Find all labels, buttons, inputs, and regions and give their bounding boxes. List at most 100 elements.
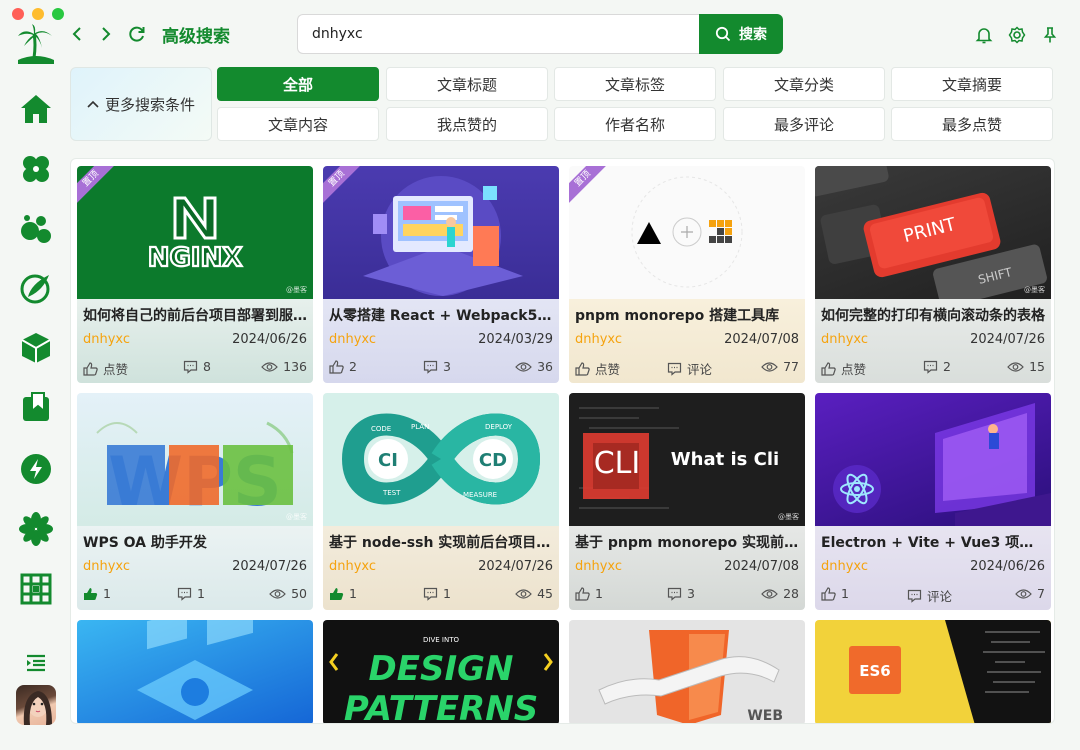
more-search-conditions-label: 更多搜索条件 [104, 95, 195, 114]
comment-stat[interactable]: 1 [423, 586, 451, 601]
like-stat[interactable]: 1 [821, 586, 849, 601]
cube-icon[interactable] [18, 330, 54, 366]
like-stat[interactable]: 点赞 [83, 359, 128, 378]
comment-stat[interactable]: 评论 [907, 586, 952, 605]
article-card[interactable]: CLI What is Cli @墨客 基于 pnpm monorepo 实现前… [569, 393, 805, 610]
pen-icon[interactable] [18, 270, 54, 306]
article-thumbnail [77, 620, 313, 723]
filter-article-tag[interactable]: 文章标签 [554, 67, 716, 101]
article-title: 如何将自己的前后台项目部署到服务器 [83, 308, 307, 324]
svg-text:PLAN: PLAN [411, 423, 429, 431]
filter-most-likes[interactable]: 最多点赞 [891, 107, 1053, 141]
filter-article-abstract[interactable]: 文章摘要 [891, 67, 1053, 101]
comment-stat[interactable]: 8 [183, 359, 211, 374]
article-author[interactable]: dnhyxc [83, 559, 130, 574]
svg-text:CODE: CODE [371, 425, 391, 433]
article-card[interactable]: 置顶 从零搭建 React + Webpack5 + TS 项目 dnhyxc … [323, 166, 559, 383]
like-stat[interactable]: 1 [329, 586, 357, 601]
like-count: 1 [841, 586, 849, 601]
lightning-icon[interactable] [18, 451, 54, 487]
view-stat: 28 [761, 586, 799, 601]
article-card[interactable]: WEB [569, 620, 805, 724]
article-author[interactable]: dnhyxc [575, 559, 622, 574]
article-card[interactable] [77, 620, 313, 723]
article-card[interactable]: NGINX 置顶 @墨客 如何将自己的前后台项目部署到服务器 dnhyxc 20… [77, 166, 313, 383]
article-thumbnail: CLI What is Cli @墨客 [569, 393, 805, 526]
flower-icon[interactable] [18, 511, 54, 547]
view-stat: 36 [515, 359, 553, 374]
article-card[interactable]: PRINT SHIFT @墨客 如何完整的打印有横向滚动条的表格 dnhyxc … [815, 166, 1051, 383]
comment-stat[interactable]: 评论 [667, 359, 712, 378]
article-thumbnail: WEB [569, 620, 805, 724]
forward-icon[interactable] [99, 22, 113, 46]
view-count: 45 [537, 586, 553, 601]
article-author[interactable]: dnhyxc [83, 332, 130, 347]
collapse-menu-icon[interactable] [18, 645, 54, 681]
view-count: 28 [783, 586, 799, 601]
comment-icon [667, 362, 682, 376]
filter-article-title[interactable]: 文章标题 [386, 67, 548, 101]
filter-label: 最多评论 [773, 115, 834, 134]
article-title: 如何完整的打印有横向滚动条的表格 [821, 308, 1045, 324]
comment-stat[interactable]: 2 [923, 359, 951, 374]
app-logo-icon [14, 22, 58, 66]
article-author[interactable]: dnhyxc [329, 332, 376, 347]
article-card[interactable]: ES6 [815, 620, 1051, 723]
user-avatar[interactable] [16, 685, 56, 725]
bubbles-icon[interactable] [18, 211, 54, 247]
clover-icon[interactable] [18, 151, 54, 187]
thumbs-up-filled-icon [330, 587, 344, 600]
filter-article-content[interactable]: 文章内容 [217, 107, 379, 141]
bookmark-icon[interactable] [18, 390, 54, 426]
like-stat[interactable]: 2 [329, 359, 357, 374]
article-card[interactable]: DIVE INTO DESIGN PATTERNS [323, 620, 559, 723]
bell-icon[interactable] [973, 24, 995, 46]
like-stat[interactable]: 1 [83, 586, 111, 601]
filter-author-name[interactable]: 作者名称 [554, 107, 716, 141]
article-card[interactable]: 置顶 pnpm monorepo 搭建工具库 dnhyxc 2024/07/08… [569, 166, 805, 383]
search-input[interactable]: dnhyxc [297, 14, 699, 54]
article-card[interactable]: WPS @墨客 WPS OA 助手开发 dnhyxc 2024/07/26 1 … [77, 393, 313, 610]
article-author[interactable]: dnhyxc [329, 559, 376, 574]
article-date: 2024/06/26 [970, 559, 1045, 574]
comment-stat[interactable]: 3 [667, 586, 695, 601]
comment-stat[interactable]: 1 [177, 586, 205, 601]
view-stat: 45 [515, 586, 553, 601]
comment-count: 1 [443, 586, 451, 601]
filter-label: 文章分类 [773, 75, 834, 94]
article-author[interactable]: dnhyxc [575, 332, 622, 347]
article-grid: NGINX 置顶 @墨客 如何将自己的前后台项目部署到服务器 dnhyxc 20… [70, 158, 1055, 724]
like-stat[interactable]: 点赞 [575, 359, 620, 378]
article-card[interactable]: Electron + Vite + Vue3 项目搭建 dnhyxc 2024/… [815, 393, 1051, 610]
view-count: 77 [783, 359, 799, 374]
article-info: 基于 pnpm monorepo 实现前端脚手架 dnhyxc 2024/07/… [569, 526, 805, 610]
thumb-text: WEB [747, 708, 783, 724]
gear-icon[interactable] [1006, 24, 1028, 46]
article-author[interactable]: dnhyxc [821, 332, 868, 347]
comment-icon [423, 587, 438, 601]
filter-label: 文章标题 [436, 75, 497, 94]
filter-all[interactable]: 全部 [217, 67, 379, 101]
comment-icon [907, 589, 922, 603]
like-stat[interactable]: 1 [575, 586, 603, 601]
article-card[interactable]: CI CD CODE PLAN DEPLOY TEST MEASURE 基于 n… [323, 393, 559, 610]
more-search-conditions-button[interactable]: 更多搜索条件 [70, 67, 212, 141]
article-author[interactable]: dnhyxc [821, 559, 868, 574]
article-thumbnail: PRINT SHIFT @墨客 [815, 166, 1051, 299]
article-date: 2024/07/26 [478, 559, 553, 574]
article-info: 从零搭建 React + Webpack5 + TS 项目 dnhyxc 202… [323, 299, 559, 383]
article-date: 2024/03/29 [478, 332, 553, 347]
pin-icon[interactable] [1039, 24, 1061, 46]
filter-my-likes[interactable]: 我点赞的 [386, 107, 548, 141]
home-icon[interactable] [18, 91, 54, 127]
search-button[interactable]: 搜索 [699, 14, 783, 54]
refresh-icon[interactable] [128, 22, 146, 46]
grid-icon[interactable] [18, 571, 54, 607]
filter-label: 全部 [282, 75, 313, 94]
comment-stat[interactable]: 3 [423, 359, 451, 374]
like-stat[interactable]: 点赞 [821, 359, 866, 378]
back-icon[interactable] [70, 22, 84, 46]
filter-label: 我点赞的 [436, 115, 497, 134]
filter-article-category[interactable]: 文章分类 [723, 67, 885, 101]
filter-most-comments[interactable]: 最多评论 [723, 107, 885, 141]
